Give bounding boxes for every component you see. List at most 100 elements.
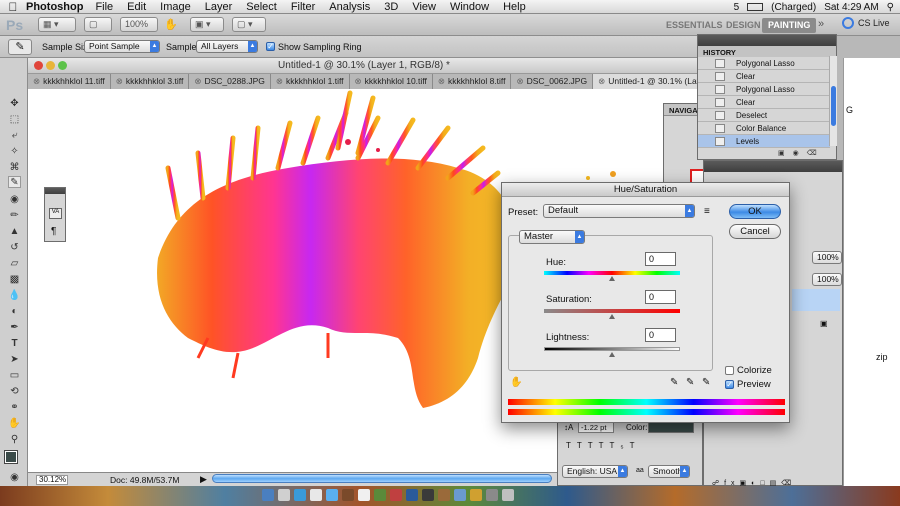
colorize-checkbox[interactable] bbox=[725, 366, 734, 375]
history-item[interactable]: Polygonal Lasso bbox=[698, 83, 830, 96]
menu-edit[interactable]: Edit bbox=[127, 1, 146, 13]
dodge-tool-icon[interactable]: ◐ bbox=[8, 306, 21, 318]
apple-menu-icon[interactable]:  bbox=[0, 0, 26, 14]
menu-window[interactable]: Window bbox=[450, 1, 489, 13]
adobe-badge[interactable]: 5 bbox=[734, 2, 740, 13]
foreground-color-swatch[interactable] bbox=[4, 450, 18, 464]
history-item[interactable]: Polygonal Lasso bbox=[698, 57, 830, 70]
calendar-dock-icon[interactable] bbox=[358, 489, 370, 501]
cs-live-button[interactable]: CS Live bbox=[858, 18, 890, 28]
path-select-tool-icon[interactable]: ➤ bbox=[8, 354, 21, 366]
itunes-dock-icon[interactable] bbox=[390, 489, 402, 501]
dashboard-dock-icon[interactable] bbox=[278, 489, 290, 501]
opacity-field[interactable]: 100% bbox=[812, 251, 842, 264]
launch-bridge-button[interactable]: ▦ ▾ bbox=[38, 17, 76, 32]
history-scrollbar[interactable] bbox=[829, 56, 837, 146]
horizontal-scrollbar[interactable] bbox=[212, 474, 552, 483]
document-tab[interactable]: ⊗ kkkkhhklol 10.tiff bbox=[349, 74, 433, 89]
menu-layer[interactable]: Layer bbox=[205, 1, 233, 13]
eyedropper-minus-icon[interactable]: ✎ bbox=[702, 377, 710, 388]
paragraph-panel-icon[interactable]: ¶ bbox=[51, 226, 56, 237]
document-tab[interactable]: ⊗ DSC_0288.JPG bbox=[189, 74, 271, 89]
hand-tool-icon[interactable]: ✋ bbox=[8, 418, 21, 430]
trash-dock-icon[interactable] bbox=[502, 489, 514, 501]
addressbook-dock-icon[interactable] bbox=[342, 489, 354, 501]
move-tool-icon[interactable]: ✥ bbox=[8, 98, 21, 110]
iphoto-dock-icon[interactable] bbox=[374, 489, 386, 501]
shape-tool-icon[interactable]: ▭ bbox=[8, 370, 21, 382]
safari-dock-icon[interactable] bbox=[294, 489, 306, 501]
document-tab[interactable]: ⊗ DSC_0062.JPG bbox=[511, 74, 594, 89]
lightness-slider-track[interactable] bbox=[544, 347, 680, 351]
lightness-input[interactable]: 0 bbox=[645, 328, 676, 342]
hand-tool-icon[interactable]: ✋ bbox=[164, 18, 178, 31]
text-style-buttons[interactable]: TTTTT₅T bbox=[566, 441, 641, 450]
healing-brush-tool-icon[interactable]: ◉ bbox=[8, 194, 21, 206]
text-color-swatch[interactable] bbox=[648, 422, 694, 433]
history-item[interactable]: Color Balance bbox=[698, 122, 830, 135]
close-tab-icon[interactable]: ⊗ bbox=[355, 76, 362, 86]
menu-view[interactable]: View bbox=[412, 1, 436, 13]
workspace-design[interactable]: DESIGN bbox=[720, 18, 767, 33]
saturation-input[interactable]: 0 bbox=[645, 290, 676, 304]
preset-options-icon[interactable]: ≡ bbox=[704, 206, 710, 217]
status-menu-arrow-icon[interactable]: ▶ bbox=[200, 474, 207, 485]
mail-dock-icon[interactable] bbox=[310, 489, 322, 501]
menu-select[interactable]: Select bbox=[246, 1, 277, 13]
history-item-selected[interactable]: Levels bbox=[698, 135, 830, 148]
view-extras-button[interactable]: ▢ bbox=[84, 17, 112, 32]
finder-dock-icon[interactable] bbox=[262, 489, 274, 501]
clone-stamp-tool-icon[interactable]: ▲ bbox=[8, 226, 21, 238]
crop-tool-icon[interactable]: ⌘ bbox=[8, 162, 21, 174]
document-tab[interactable]: ⊗ kkkkhhklol 1.tiff bbox=[270, 74, 350, 89]
history-scroll-thumb[interactable] bbox=[831, 86, 836, 126]
eyedropper-preset-icon[interactable]: ✎ bbox=[8, 39, 32, 55]
menu-app-name[interactable]: Photoshop bbox=[26, 1, 83, 13]
spotlight-icon[interactable]: ⚲ bbox=[887, 2, 894, 13]
quick-select-tool-icon[interactable]: ✧ bbox=[8, 146, 21, 158]
close-tab-icon[interactable]: ⊗ bbox=[116, 76, 123, 86]
lightness-slider-thumb[interactable] bbox=[609, 352, 615, 357]
ichat-dock-icon[interactable] bbox=[326, 489, 338, 501]
workspace-essentials[interactable]: ESSENTIALS bbox=[660, 18, 729, 33]
targeted-adjustment-hand-icon[interactable]: ✋ bbox=[510, 377, 522, 388]
document-tab[interactable]: ⊗ kkkkhhklol 8.tiff bbox=[432, 74, 512, 89]
document-title-bar[interactable]: Untitled-1 @ 30.1% (Layer 1, RGB/8) * bbox=[28, 58, 700, 74]
type-tool-icon[interactable]: T bbox=[8, 338, 21, 350]
language-select[interactable]: English: USA ▲ bbox=[562, 465, 628, 478]
workspace-painting[interactable]: PAINTING bbox=[762, 18, 817, 33]
3d-orbit-tool-icon[interactable]: ⚭ bbox=[8, 402, 21, 414]
document-tab[interactable]: ⊗ kkkkhhklol 11.tiff bbox=[28, 74, 111, 89]
history-item[interactable]: Clear bbox=[698, 70, 830, 83]
battery-icon[interactable] bbox=[747, 3, 764, 11]
zoom-tool-icon[interactable]: ⚲ bbox=[8, 434, 21, 446]
menu-file[interactable]: File bbox=[95, 1, 113, 13]
marquee-tool-icon[interactable]: ⬚ bbox=[8, 114, 21, 126]
saturation-slider-thumb[interactable] bbox=[609, 314, 615, 319]
menu-analysis[interactable]: Analysis bbox=[329, 1, 370, 13]
history-footer-icons[interactable]: ▣◉⌫ bbox=[698, 149, 836, 159]
3d-rotate-tool-icon[interactable]: ⟲ bbox=[8, 386, 21, 398]
zoom-level-select[interactable]: 100% bbox=[120, 17, 158, 32]
preset-select[interactable]: Default ▲ bbox=[543, 204, 695, 218]
photoshop-dock-icon[interactable] bbox=[406, 489, 418, 501]
history-item[interactable]: Deselect bbox=[698, 109, 830, 122]
workspace-more-button[interactable]: » bbox=[818, 18, 824, 30]
eyedropper-plus-icon[interactable]: ✎ bbox=[686, 377, 694, 388]
minimize-window-icon[interactable] bbox=[46, 61, 55, 70]
brush-tool-icon[interactable]: ✏ bbox=[8, 210, 21, 222]
antialias-select[interactable]: Smooth ▲ bbox=[648, 465, 690, 478]
system-preferences-dock-icon[interactable] bbox=[486, 489, 498, 501]
history-item[interactable]: Clear bbox=[698, 96, 830, 109]
preview-checkbox[interactable]: ✓ bbox=[725, 380, 734, 389]
app-dock-icon[interactable] bbox=[454, 489, 466, 501]
pen-tool-icon[interactable]: ✒ bbox=[8, 322, 21, 334]
hue-slider-track[interactable] bbox=[544, 271, 680, 275]
history-brush-tool-icon[interactable]: ↺ bbox=[8, 242, 21, 254]
hue-slider-thumb[interactable] bbox=[609, 276, 615, 281]
fill-field[interactable]: 100% bbox=[812, 273, 842, 286]
eyedropper-icon[interactable]: ✎ bbox=[670, 377, 678, 388]
close-tab-icon[interactable]: ⊗ bbox=[276, 76, 283, 86]
lasso-tool-icon[interactable]: ⤶ bbox=[8, 130, 21, 142]
close-tab-icon[interactable]: ⊗ bbox=[438, 76, 445, 86]
